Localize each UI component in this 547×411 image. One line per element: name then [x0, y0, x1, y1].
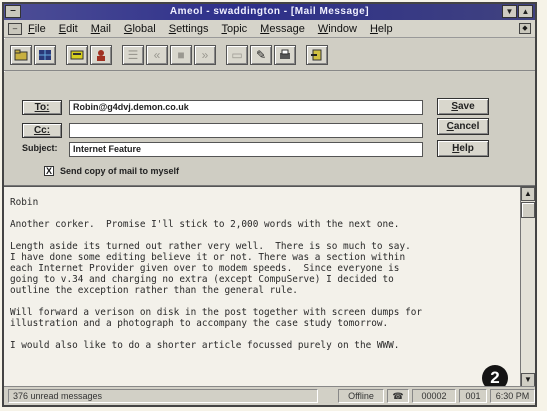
- stop-icon[interactable]: ■: [170, 44, 192, 65]
- grid-icon[interactable]: [34, 44, 56, 65]
- menu-mail[interactable]: Mail: [91, 23, 111, 35]
- menu-settings[interactable]: Settings: [169, 23, 209, 35]
- message-text[interactable]: Robin Another corker. Promise I'll stick…: [10, 197, 508, 362]
- body-paragraph: Another corker. Promise I'll stick to 2,…: [10, 219, 400, 230]
- message-body[interactable]: Robin Another corker. Promise I'll stick…: [4, 186, 535, 391]
- body-paragraph: Robin: [10, 197, 39, 208]
- person-icon[interactable]: [90, 44, 112, 65]
- menu-topic[interactable]: Topic: [221, 23, 247, 35]
- toolbar: ☰ « ■ » ▭ ✎: [4, 39, 535, 71]
- title-bar: – Ameol - swaddington - [Mail Message] ▼…: [4, 4, 535, 20]
- menu-window[interactable]: Window: [318, 23, 357, 35]
- body-paragraph: Length aside its turned out rather very …: [10, 241, 411, 296]
- maximize-icon[interactable]: ▲: [518, 5, 533, 18]
- scroll-up-icon[interactable]: ▲: [521, 187, 535, 201]
- menu-file[interactable]: File: [28, 23, 46, 35]
- back-icon[interactable]: «: [146, 44, 168, 65]
- clock: 6:30 PM: [490, 389, 535, 403]
- forward-icon[interactable]: »: [194, 44, 216, 65]
- app-window: – Ameol - swaddington - [Mail Message] ▼…: [2, 2, 537, 407]
- menu-bar: – File Edit Mail Global Settings Topic M…: [4, 20, 535, 38]
- document-menu-icon[interactable]: –: [8, 22, 22, 35]
- compose-header: To: Robin@g4dvj.demon.co.uk Cc: Subject:…: [4, 72, 535, 186]
- disabled-icon[interactable]: ▭: [226, 44, 248, 65]
- window-title: Ameol - swaddington - [Mail Message]: [169, 6, 370, 17]
- help-button[interactable]: Help: [437, 140, 489, 157]
- vertical-scrollbar[interactable]: ▲ ▼: [520, 187, 535, 387]
- cancel-button[interactable]: Cancel: [437, 118, 489, 135]
- status-bar: 376 unread messages Offline ☎ 00002 001 …: [4, 386, 535, 405]
- printer-icon[interactable]: [274, 44, 296, 65]
- menu-edit[interactable]: Edit: [59, 23, 78, 35]
- cc-field[interactable]: [69, 123, 423, 138]
- online-status: Offline: [338, 389, 384, 403]
- menu-global[interactable]: Global: [124, 23, 156, 35]
- stamp-icon[interactable]: ✎: [250, 44, 272, 65]
- scroll-down-icon[interactable]: ▼: [521, 373, 535, 387]
- unread-count: 376 unread messages: [8, 389, 318, 403]
- scroll-thumb[interactable]: [521, 202, 535, 218]
- message-counter: 00002: [412, 389, 456, 403]
- body-paragraph: Will forward a verison on disk in the po…: [10, 307, 423, 329]
- save-button[interactable]: Save: [437, 98, 489, 115]
- list-icon[interactable]: ☰: [122, 44, 144, 65]
- minimize-icon[interactable]: ▼: [502, 5, 517, 18]
- menu-message[interactable]: Message: [260, 23, 305, 35]
- subject-label: Subject:: [22, 143, 58, 153]
- copy-to-self-checkbox[interactable]: X: [44, 166, 54, 176]
- restore-icon[interactable]: ◆: [519, 23, 531, 34]
- to-button[interactable]: To:: [22, 100, 62, 115]
- exit-icon[interactable]: [306, 44, 328, 65]
- subject-field[interactable]: Internet Feature: [69, 142, 423, 157]
- menu-help[interactable]: Help: [370, 23, 393, 35]
- folder-icon[interactable]: [10, 44, 32, 65]
- body-paragraph: I would also like to do a shorter articl…: [10, 340, 400, 351]
- copy-to-self-label: Send copy of mail to myself: [60, 166, 180, 176]
- modem-icon: ☎: [387, 389, 409, 403]
- print-icon[interactable]: [66, 44, 88, 65]
- to-field[interactable]: Robin@g4dvj.demon.co.uk: [69, 100, 423, 115]
- topic-counter: 001: [459, 389, 487, 403]
- cc-button[interactable]: Cc:: [22, 123, 62, 138]
